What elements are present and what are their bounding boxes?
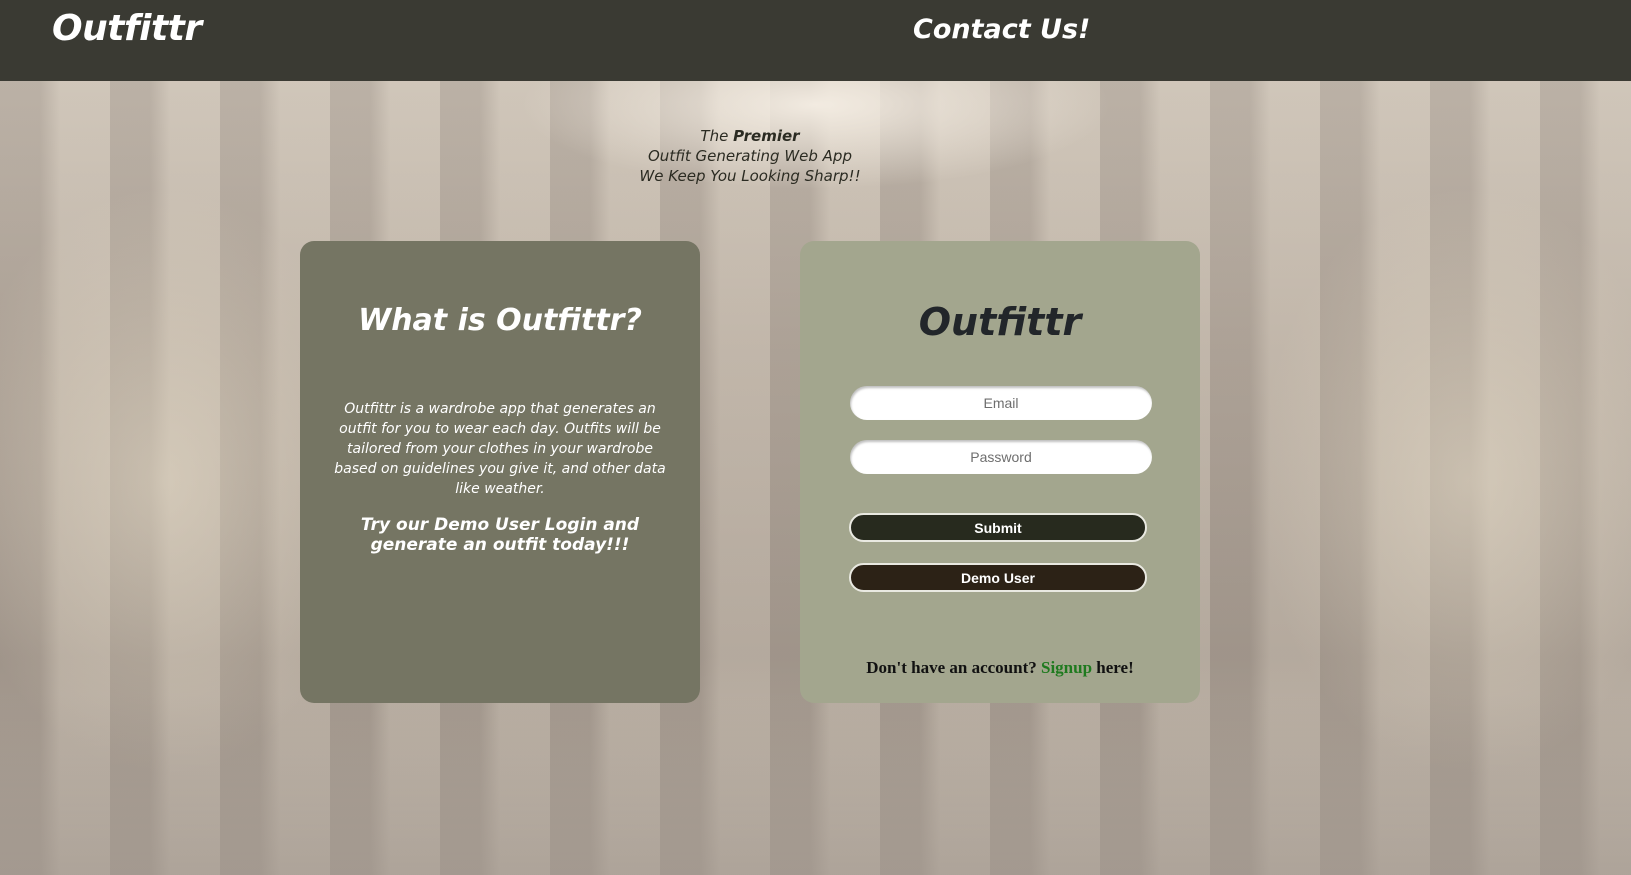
tagline-line-1-prefix: The <box>700 127 729 145</box>
tagline-line-3-prefix: We Keep You Looking <box>639 167 800 185</box>
submit-button[interactable]: Submit <box>849 513 1147 542</box>
demo-user-button[interactable]: Demo User <box>849 563 1147 592</box>
background-image <box>0 695 1631 875</box>
signup-prompt-suffix: here! <box>1096 658 1134 677</box>
tagline-line-3: We Keep You Looking Sharp!! <box>500 166 1000 186</box>
tagline: The Premier Outfit Generating Web App We… <box>500 126 1000 186</box>
password-field[interactable] <box>850 440 1152 474</box>
top-nav-bar: Outfittr Contact Us! <box>0 0 1631 81</box>
contact-us-link[interactable]: Contact Us! <box>913 14 1090 45</box>
email-field[interactable] <box>850 386 1152 420</box>
tagline-line-1: The Premier <box>500 126 1000 146</box>
tagline-line-1-bold: Premier <box>733 127 800 145</box>
login-card-title: Outfittr <box>918 300 1082 344</box>
info-card-description: Outfittr is a wardrobe app that generate… <box>334 401 666 497</box>
brand-logo-link[interactable]: Outfittr <box>52 8 202 49</box>
tagline-line-3-emphasis: Sharp!! <box>804 167 861 185</box>
info-card-title: What is Outfittr? <box>358 303 642 338</box>
signup-prompt: Don't have an account? Signup here! <box>800 658 1200 678</box>
info-card-cta: Try our Demo User Login and generate an … <box>360 515 640 555</box>
tagline-line-2: Outfit Generating Web App <box>648 147 852 165</box>
info-card: What is Outfittr? Outfittr is a wardrobe… <box>300 241 700 703</box>
login-card: Outfittr Submit Demo User Don't have an … <box>800 241 1200 703</box>
signup-link[interactable]: Signup <box>1041 658 1092 677</box>
signup-prompt-prefix: Don't have an account? <box>866 658 1037 677</box>
